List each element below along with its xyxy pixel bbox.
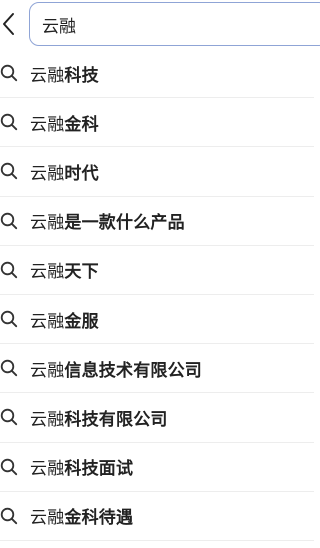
suggestion-item[interactable]: 云融科技: [0, 49, 314, 99]
search-icon: [0, 64, 18, 82]
suggestion-text: 云融金科待遇: [30, 503, 133, 528]
search-page: 云融科技 云融金科 云融时代 云融是一款什么产品 云融天下: [0, 0, 320, 548]
suggestion-prefix: 云融: [30, 262, 65, 283]
suggestion-prefix: 云融: [30, 163, 65, 184]
suggestion-item[interactable]: 云融是一款什么产品: [0, 197, 314, 246]
suggestion-prefix: 云融: [30, 459, 65, 480]
suggestion-suffix: 是一款什么产品: [64, 213, 185, 234]
search-box[interactable]: [29, 2, 320, 46]
suggestion-text: 云融时代: [30, 159, 99, 184]
search-icon: [0, 261, 18, 279]
search-icon: [0, 310, 18, 328]
search-header: [0, 0, 320, 48]
suggestion-suffix: 科技面试: [64, 459, 134, 480]
search-icon: [0, 162, 18, 180]
suggestion-text: 云融金服: [30, 307, 99, 332]
back-button[interactable]: [0, 11, 18, 37]
suggestion-prefix: 云融: [30, 213, 65, 234]
suggestion-text: 云融是一款什么产品: [30, 208, 185, 233]
search-icon: [0, 359, 18, 377]
suggestion-list: 云融科技 云融金科 云融时代 云融是一款什么产品 云融天下 云融金服 云融信息技…: [0, 49, 314, 541]
suggestion-suffix: 科技有限公司: [64, 409, 168, 430]
search-icon: [0, 458, 18, 476]
suggestion-prefix: 云融: [30, 409, 65, 430]
suggestion-item[interactable]: 云融金服: [0, 295, 314, 345]
suggestion-item[interactable]: 云融时代: [0, 147, 314, 197]
suggestion-text: 云融科技: [30, 61, 99, 86]
suggestion-item[interactable]: 云融金科待遇: [0, 492, 314, 541]
suggestion-prefix: 云融: [30, 114, 65, 135]
suggestion-suffix: 时代: [64, 163, 99, 184]
suggestion-item[interactable]: 云融科技有限公司: [0, 393, 314, 443]
suggestion-suffix: 金服: [64, 311, 99, 332]
suggestion-suffix: 天下: [64, 262, 99, 283]
search-input[interactable]: [42, 9, 282, 39]
suggestion-item[interactable]: 云融金科: [0, 98, 314, 148]
search-icon: [0, 113, 18, 131]
suggestion-prefix: 云融: [30, 311, 65, 332]
suggestion-prefix: 云融: [30, 360, 65, 381]
suggestion-prefix: 云融: [30, 508, 65, 529]
search-icon: [0, 212, 18, 230]
suggestion-prefix: 云融: [30, 65, 65, 86]
suggestion-suffix: 金科待遇: [64, 508, 134, 529]
search-icon: [0, 408, 18, 426]
suggestion-text: 云融科技面试: [30, 454, 133, 479]
suggestion-text: 云融信息技术有限公司: [30, 356, 202, 381]
suggestion-item[interactable]: 云融科技面试: [0, 443, 314, 492]
suggestion-item[interactable]: 云融天下: [0, 246, 314, 295]
suggestion-suffix: 信息技术有限公司: [64, 360, 203, 381]
chevron-left-icon: [3, 13, 14, 35]
suggestion-item[interactable]: 云融信息技术有限公司: [0, 344, 314, 394]
suggestion-text: 云融金科: [30, 110, 99, 135]
suggestion-text: 云融科技有限公司: [30, 405, 168, 430]
suggestion-suffix: 科技: [64, 65, 99, 86]
suggestion-suffix: 金科: [64, 114, 99, 135]
suggestion-text: 云融天下: [30, 257, 99, 282]
search-icon: [0, 507, 18, 525]
